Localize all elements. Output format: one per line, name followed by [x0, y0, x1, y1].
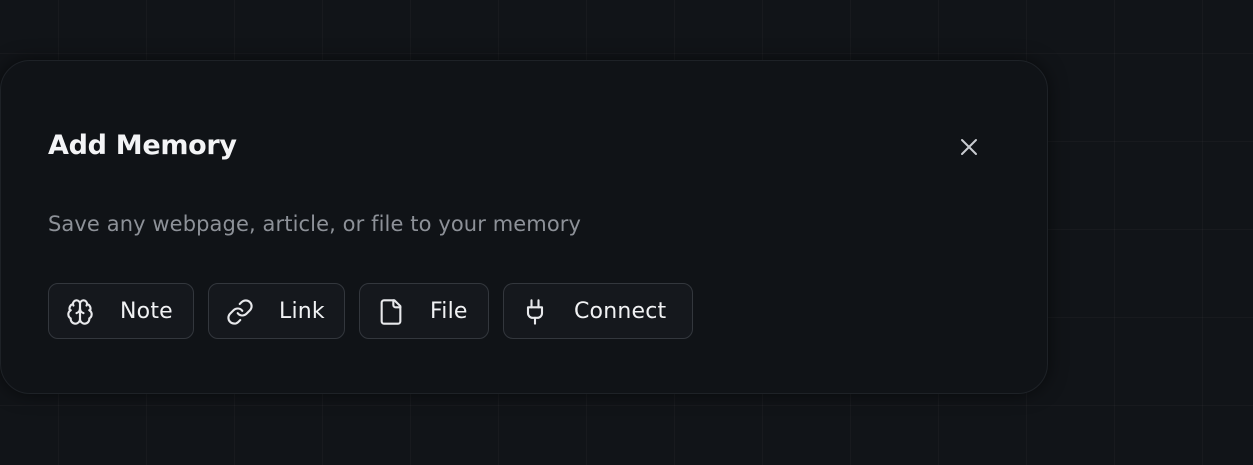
connect-button[interactable]: Connect: [503, 283, 693, 339]
link-icon: [226, 298, 254, 326]
brain-icon: [66, 298, 94, 326]
close-icon: [961, 139, 977, 155]
close-button[interactable]: [951, 129, 987, 165]
note-button-label: Note: [120, 299, 173, 324]
plug-icon: [521, 298, 549, 326]
link-button-label: Link: [279, 299, 325, 324]
add-memory-dialog: Add Memory Save any webpage, article, or…: [0, 60, 1048, 394]
dialog-description: Save any webpage, article, or file to yo…: [48, 212, 582, 236]
file-button[interactable]: File: [359, 283, 489, 339]
file-icon: [377, 298, 405, 326]
dialog-title: Add Memory: [48, 130, 237, 161]
note-button[interactable]: Note: [48, 283, 194, 339]
link-button[interactable]: Link: [208, 283, 345, 339]
file-button-label: File: [430, 299, 468, 324]
connect-button-label: Connect: [574, 299, 667, 324]
